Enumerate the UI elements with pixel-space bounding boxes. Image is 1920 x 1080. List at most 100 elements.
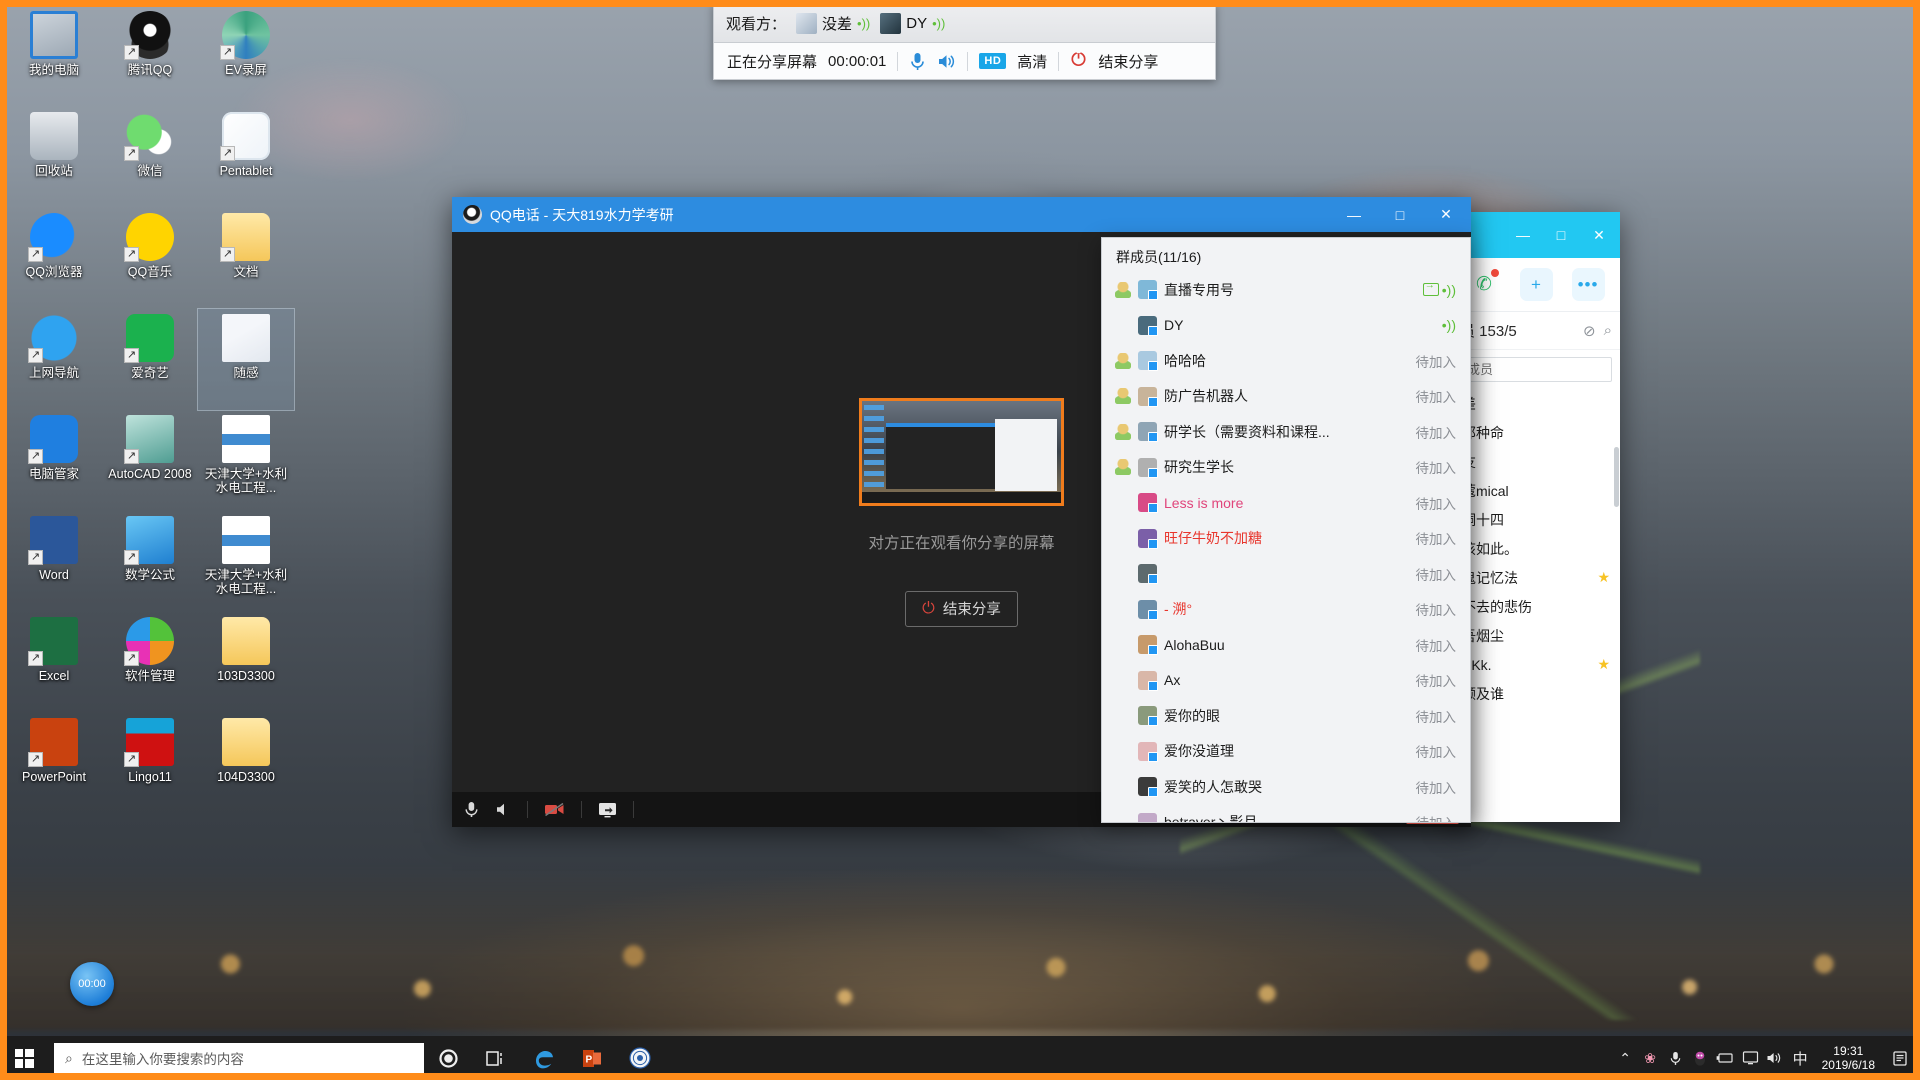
member-row[interactable]: 哈哈哈 待加入 <box>1102 343 1470 379</box>
camera-off-icon[interactable] <box>544 802 565 817</box>
collapse-icon[interactable]: ⊘ <box>1583 322 1596 340</box>
chat-member-row[interactable]: 该如此。 <box>1452 534 1620 563</box>
viewer-item[interactable]: 没差 •)) <box>796 13 870 34</box>
desktop-icon[interactable]: 软件管理 <box>102 612 198 713</box>
desktop-icon[interactable]: EV录屏 <box>198 6 294 107</box>
chat-minimize-button[interactable]: — <box>1504 212 1542 258</box>
member-search-input[interactable] <box>1460 357 1612 382</box>
viewer-item[interactable]: DY •)) <box>880 13 945 34</box>
chat-close-button[interactable]: ✕ <box>1580 212 1618 258</box>
desktop-icon[interactable]: PowerPoint <box>6 713 102 814</box>
member-row[interactable]: 爱你没道理 待加入 <box>1102 734 1470 770</box>
chevron-up-icon[interactable]: ⌃ <box>1613 1036 1638 1080</box>
volume-icon[interactable] <box>1763 1036 1788 1080</box>
chat-member-row[interactable]: 蔻mical <box>1452 476 1620 505</box>
call-minimize-button[interactable]: — <box>1331 197 1377 232</box>
chat-member-row[interactable]: 吾烟尘 <box>1452 621 1620 650</box>
member-row[interactable]: 待加入 <box>1102 556 1470 592</box>
desktop-icon[interactable]: Pentablet <box>198 107 294 208</box>
member-row[interactable]: DY •)) <box>1102 308 1470 344</box>
search-icon[interactable]: ⌕ <box>1604 322 1612 339</box>
microphone-icon[interactable] <box>464 801 479 818</box>
speaker-icon[interactable] <box>495 802 511 817</box>
desktop-icon[interactable]: 文档 <box>198 208 294 309</box>
desktop-icon[interactable]: 天津大学+水利水电工程... <box>198 410 294 511</box>
member-row[interactable]: Less is more 待加入 <box>1102 485 1470 521</box>
power-icon[interactable] <box>1070 50 1087 72</box>
taskbar-app-powerpoint[interactable]: P <box>568 1036 616 1080</box>
more-icon[interactable]: ••• <box>1571 268 1605 301</box>
chat-maximize-button[interactable]: □ <box>1542 212 1580 258</box>
desktop-icon[interactable]: 回收站 <box>6 107 102 208</box>
flower-icon[interactable]: ❀ <box>1638 1036 1663 1080</box>
desktop-icon[interactable]: 爱奇艺 <box>102 309 198 410</box>
preview-taskbar <box>862 491 1061 503</box>
add-member-icon[interactable]: + <box>1519 268 1553 301</box>
taskbar-app-edge[interactable] <box>520 1036 568 1080</box>
chat-scrollbar-thumb[interactable] <box>1614 447 1619 507</box>
desktop-icon[interactable]: Excel <box>6 612 102 713</box>
desktop-icon[interactable]: 上网导航 <box>6 309 102 410</box>
desktop-icon[interactable]: 103D3300 <box>198 612 294 713</box>
ime-icon[interactable]: 中 <box>1788 1036 1813 1080</box>
shared-screen-preview[interactable] <box>859 397 1064 506</box>
phone-icon[interactable]: ✆ <box>1468 268 1501 301</box>
desktop-icon[interactable]: QQ浏览器 <box>6 208 102 309</box>
person-icon-placeholder <box>1115 779 1131 795</box>
call-maximize-button[interactable]: □ <box>1377 197 1423 232</box>
chat-member-row[interactable]: 那种命 <box>1452 418 1620 447</box>
desktop-icon[interactable]: 随感 <box>197 308 295 411</box>
taskbar-app-cortana[interactable] <box>424 1036 472 1080</box>
recycle-bin-icon <box>30 112 78 160</box>
desktop-icon[interactable]: 我的电脑 <box>6 6 102 107</box>
desktop-icon[interactable]: 腾讯QQ <box>102 6 198 107</box>
desktop-icon[interactable]: Word <box>6 511 102 612</box>
member-row[interactable]: 直播专用号 •)) <box>1102 272 1470 308</box>
display-icon[interactable] <box>1738 1036 1763 1080</box>
member-row[interactable]: 爱你的眼 待加入 <box>1102 698 1470 734</box>
member-status: 待加入 <box>1415 709 1457 725</box>
microphone-icon[interactable] <box>909 52 926 71</box>
end-share-button[interactable]: ⏻ 结束分享 <box>905 590 1018 627</box>
member-row[interactable]: 研究生学长 待加入 <box>1102 450 1470 486</box>
desktop-icon[interactable]: Lingo11 <box>102 713 198 814</box>
notification-icon[interactable] <box>1884 1036 1916 1080</box>
desktop-icon[interactable]: 电脑管家 <box>6 410 102 511</box>
desktop-icon[interactable]: 数学公式 <box>102 511 198 612</box>
qq-penguin-icon[interactable] <box>1688 1036 1713 1080</box>
desktop-icon[interactable]: 104D3300 <box>198 713 294 814</box>
speaker-icon[interactable] <box>937 53 956 70</box>
member-row[interactable]: AlohaBuu 待加入 <box>1102 627 1470 663</box>
member-row[interactable]: 防广告机器人 待加入 <box>1102 379 1470 415</box>
chat-member-row[interactable]: KKk. ★ <box>1452 650 1620 679</box>
share-screen-icon[interactable] <box>598 802 617 818</box>
taskbar-search-input[interactable]: ⌕ 在这里输入你要搜索的内容 <box>54 1043 424 1073</box>
taskbar-app-qq-group[interactable] <box>616 1036 664 1080</box>
member-row[interactable]: 旺仔牛奶不加糖 待加入 <box>1102 521 1470 557</box>
call-close-button[interactable]: ✕ <box>1423 197 1469 232</box>
desktop-icon[interactable]: 微信 <box>102 107 198 208</box>
desktop-icon[interactable]: AutoCAD 2008 <box>102 410 198 511</box>
windows-start-icon[interactable] <box>0 1036 48 1080</box>
recording-timer-badge[interactable]: 00:00 <box>70 962 114 1006</box>
member-row[interactable]: 研学长（需要资料和课程... 待加入 <box>1102 414 1470 450</box>
taskbar-app-task-view[interactable] <box>472 1036 520 1080</box>
call-window-titlebar[interactable]: QQ电话 - 天大819水力学考研 — □ ✕ <box>452 197 1471 232</box>
end-share-label[interactable]: 结束分享 <box>1098 51 1158 72</box>
chat-member-row[interactable]: 鬼记忆法 ★ <box>1452 563 1620 592</box>
member-row[interactable]: betrayer丶影月待加入 <box>1102 805 1470 822</box>
battery-icon[interactable] <box>1713 1036 1738 1080</box>
chat-member-row[interactable]: 友 <box>1452 447 1620 476</box>
hd-label[interactable]: 高清 <box>1017 51 1047 72</box>
member-row[interactable]: - 溯° 待加入 <box>1102 592 1470 628</box>
member-row[interactable]: 爱笑的人怎敢哭 待加入 <box>1102 769 1470 805</box>
desktop-icon[interactable]: 天津大学+水利水电工程... <box>198 511 294 612</box>
chat-member-row[interactable]: 顾及谁 <box>1452 679 1620 708</box>
member-row[interactable]: Ax 待加入 <box>1102 663 1470 699</box>
chat-member-row[interactable]: 差 <box>1452 389 1620 418</box>
microphone-icon[interactable] <box>1663 1036 1688 1080</box>
chat-member-row[interactable]: 胴十四 <box>1452 505 1620 534</box>
taskbar-clock[interactable]: 19:31 2019/6/18 <box>1813 1044 1884 1072</box>
chat-member-row[interactable]: 不去的悲伤 <box>1452 592 1620 621</box>
desktop-icon[interactable]: QQ音乐 <box>102 208 198 309</box>
